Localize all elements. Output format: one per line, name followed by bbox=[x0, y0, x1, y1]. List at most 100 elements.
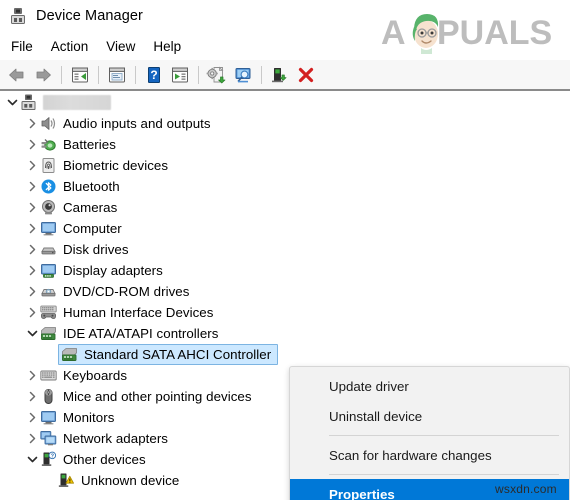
toolbar-divider bbox=[0, 89, 570, 91]
scan-hardware-monitor-icon[interactable] bbox=[230, 63, 256, 87]
ctx-scan-hardware-changes[interactable]: Scan for hardware changes bbox=[290, 440, 569, 470]
tree-item-label: Mice and other pointing devices bbox=[63, 389, 252, 404]
device-manager-icon bbox=[9, 7, 27, 25]
fingerprint-icon bbox=[40, 157, 57, 174]
display-adapter-icon bbox=[40, 262, 57, 279]
title-bar: Device Manager bbox=[0, 0, 570, 32]
tree-item-label: Unknown device bbox=[81, 473, 180, 488]
tree-item-label: Keyboards bbox=[63, 368, 128, 383]
mouse-icon bbox=[40, 388, 57, 405]
keyboard-icon bbox=[40, 367, 57, 384]
ide-controller-icon bbox=[61, 346, 78, 363]
update-driver-gear-icon[interactable] bbox=[204, 63, 230, 87]
toolbar-separator bbox=[135, 65, 136, 84]
context-menu-separator bbox=[329, 474, 559, 475]
tree-item-dvd-cd-rom-drives[interactable]: DVD/CD-ROM drives bbox=[0, 281, 570, 302]
tree-item-batteries[interactable]: Batteries bbox=[0, 134, 570, 155]
ctx-update-driver[interactable]: Update driver bbox=[290, 371, 569, 401]
tree-item-label: DVD/CD-ROM drives bbox=[63, 284, 190, 299]
chevron-down-icon[interactable] bbox=[4, 95, 20, 111]
toolbar: ? bbox=[0, 60, 570, 89]
tree-item-label: Biometric devices bbox=[63, 158, 169, 173]
device-manager-window: Device Manager File Action View Help ? A… bbox=[0, 0, 570, 500]
chevron-right-icon[interactable] bbox=[24, 221, 40, 237]
chevron-right-icon[interactable] bbox=[24, 263, 40, 279]
tree-item-label: Other devices bbox=[63, 452, 146, 467]
tree-item-display-adapters[interactable]: Display adapters bbox=[0, 260, 570, 281]
tree-item-label: IDE ATA/ATAPI controllers bbox=[63, 326, 219, 341]
chevron-right-icon[interactable] bbox=[24, 389, 40, 405]
selection-highlight: Standard SATA AHCI Controller bbox=[58, 344, 279, 365]
monitor-icon bbox=[40, 409, 57, 426]
show-hide-console-tree-icon[interactable] bbox=[104, 63, 130, 87]
hid-gamepad-icon bbox=[40, 304, 57, 321]
tree-item-computer[interactable]: Computer bbox=[0, 218, 570, 239]
help-question-icon[interactable]: ? bbox=[141, 63, 167, 87]
tree-item-label: Batteries bbox=[63, 137, 116, 152]
unknown-device-warning-icon bbox=[58, 472, 75, 489]
chevron-right-icon[interactable] bbox=[24, 284, 40, 300]
toolbar-separator bbox=[98, 65, 99, 84]
ctx-uninstall-device[interactable]: Uninstall device bbox=[290, 401, 569, 431]
disk-drive-icon bbox=[40, 241, 57, 258]
chevron-right-icon[interactable] bbox=[24, 305, 40, 321]
chevron-right-icon[interactable] bbox=[24, 137, 40, 153]
optical-drive-icon bbox=[40, 283, 57, 300]
toolbar-separator bbox=[261, 65, 262, 84]
tree-item-label: Cameras bbox=[63, 200, 118, 215]
context-menu[interactable]: Update driver Uninstall device Scan for … bbox=[289, 366, 570, 500]
tree-item-cameras[interactable]: Cameras bbox=[0, 197, 570, 218]
ctx-properties[interactable]: Properties bbox=[290, 479, 569, 500]
chevron-down-icon[interactable] bbox=[24, 326, 40, 342]
menu-view[interactable]: View bbox=[97, 36, 144, 57]
monitor-icon bbox=[40, 220, 57, 237]
tree-item-biometric-devices[interactable]: Biometric devices bbox=[0, 155, 570, 176]
network-adapter-icon bbox=[40, 430, 57, 447]
chevron-right-icon[interactable] bbox=[24, 116, 40, 132]
toolbar-separator bbox=[61, 65, 62, 84]
menu-help[interactable]: Help bbox=[144, 36, 190, 57]
bluetooth-icon bbox=[40, 178, 57, 195]
chevron-down-icon[interactable] bbox=[24, 452, 40, 468]
properties-window-icon[interactable] bbox=[167, 63, 193, 87]
uninstall-device-red-x-icon[interactable] bbox=[293, 63, 319, 87]
ide-controller-icon bbox=[40, 325, 57, 342]
context-menu-separator bbox=[329, 435, 559, 436]
tree-item-label: Audio inputs and outputs bbox=[63, 116, 211, 131]
tree-item-label: Monitors bbox=[63, 410, 115, 425]
toolbar-separator bbox=[198, 65, 199, 84]
tree-item-standard-sata-ahci-controller[interactable]: Standard SATA AHCI Controller bbox=[0, 344, 570, 365]
up-one-level-icon[interactable] bbox=[67, 63, 93, 87]
computer-device-icon bbox=[20, 94, 37, 111]
chevron-right-icon[interactable] bbox=[24, 242, 40, 258]
chevron-right-icon[interactable] bbox=[24, 431, 40, 447]
menu-action[interactable]: Action bbox=[42, 36, 98, 57]
battery-icon bbox=[40, 136, 57, 153]
tree-item-label: Disk drives bbox=[63, 242, 129, 257]
tree-item-label: Bluetooth bbox=[63, 179, 120, 194]
tree-item-label: Network adapters bbox=[63, 431, 169, 446]
add-legacy-device-icon[interactable] bbox=[267, 63, 293, 87]
svg-text:?: ? bbox=[150, 68, 157, 82]
tree-item-label: Computer bbox=[63, 221, 122, 236]
chevron-right-icon[interactable] bbox=[24, 200, 40, 216]
window-title: Device Manager bbox=[36, 8, 143, 24]
tree-root-node[interactable] bbox=[0, 92, 570, 113]
menu-file[interactable]: File bbox=[2, 36, 42, 57]
unknown-device-question-icon: ? bbox=[40, 451, 57, 468]
tree-item-ide-ata-atapi-controllers[interactable]: IDE ATA/ATAPI controllers bbox=[0, 323, 570, 344]
redacted-computer-name bbox=[43, 95, 111, 110]
tree-item-label: Standard SATA AHCI Controller bbox=[84, 347, 272, 362]
speaker-icon bbox=[40, 115, 57, 132]
tree-item-bluetooth[interactable]: Bluetooth bbox=[0, 176, 570, 197]
tree-item-audio-inputs-and-outputs[interactable]: Audio inputs and outputs bbox=[0, 113, 570, 134]
forward-arrow-icon[interactable] bbox=[30, 63, 56, 87]
chevron-right-icon[interactable] bbox=[24, 179, 40, 195]
tree-item-disk-drives[interactable]: Disk drives bbox=[0, 239, 570, 260]
back-arrow-icon[interactable] bbox=[4, 63, 30, 87]
tree-item-human-interface-devices[interactable]: Human Interface Devices bbox=[0, 302, 570, 323]
chevron-right-icon[interactable] bbox=[24, 158, 40, 174]
chevron-right-icon[interactable] bbox=[24, 410, 40, 426]
chevron-right-icon[interactable] bbox=[24, 368, 40, 384]
tree-item-label: Human Interface Devices bbox=[63, 305, 214, 320]
